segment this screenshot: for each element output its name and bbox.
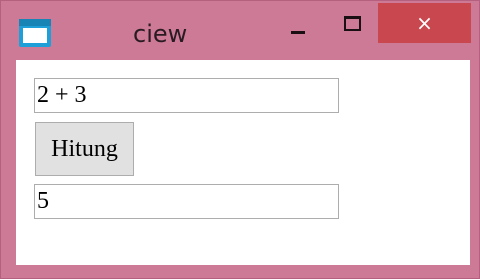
minimize-icon [291,31,305,34]
result-field[interactable]: 5 [34,184,339,219]
maximize-button[interactable] [335,4,369,44]
client-area: 2 + 3 Hitung 5 [16,60,470,265]
calculate-button[interactable]: Hitung [35,122,134,176]
minimize-button[interactable] [281,4,315,44]
window-title: ciew [133,20,188,48]
close-icon: × [416,11,433,35]
app-icon-strip [19,19,51,26]
app-icon-page [23,28,47,43]
close-button[interactable]: × [378,3,471,43]
maximize-icon [344,16,361,31]
app-window: ciew × 2 + 3 Hitung 5 [0,0,480,279]
expression-input[interactable]: 2 + 3 [34,78,339,113]
window-app-icon[interactable] [19,19,51,47]
title-bar[interactable]: ciew × [1,1,479,53]
